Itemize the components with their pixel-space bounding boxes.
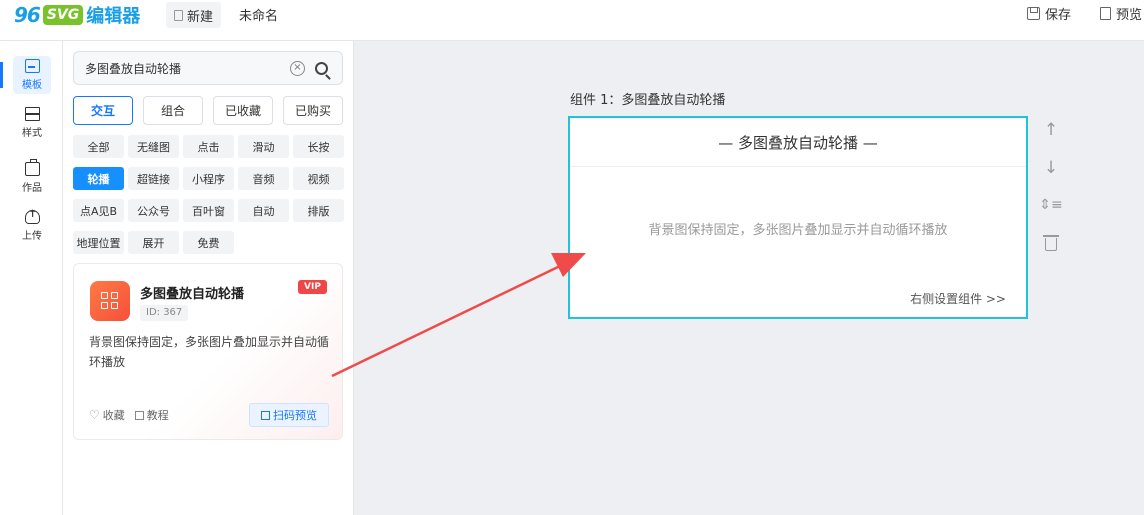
line-spacing-icon: ⇕≡ (1039, 197, 1063, 213)
nav-item-template[interactable]: 模板 (0, 56, 51, 94)
tab-combination[interactable]: 组合 (143, 96, 203, 125)
nav-item-style[interactable]: 样式 (13, 104, 51, 142)
tag-mini-program[interactable]: 小程序 (183, 167, 234, 190)
tag-click-a-see-b[interactable]: 点A见B (73, 199, 124, 222)
style-icon (24, 107, 40, 121)
template-thumbnail-icon (90, 281, 130, 321)
component-title: — 多图叠放自动轮播 — (570, 118, 1026, 167)
tutorial-label: 教程 (146, 409, 169, 422)
heart-icon: ♡ (89, 408, 100, 422)
delete-button[interactable] (1040, 232, 1062, 254)
nav-item-upload[interactable]: 上传 (13, 207, 51, 245)
logo-number: 96 (14, 3, 41, 27)
nav-label: 模板 (22, 80, 42, 91)
trash-icon (1043, 235, 1059, 251)
tag-seamless[interactable]: 无缝图 (128, 135, 179, 158)
tag-auto[interactable]: 自动 (238, 199, 289, 222)
template-icon (24, 59, 40, 73)
logo-text: 编辑器 (86, 6, 141, 27)
filter-tags: 全部 无缝图 点击 滑动 长按 轮播 超链接 小程序 音频 视频 点A见B 公众… (73, 135, 348, 254)
tag-hyperlink[interactable]: 超链接 (128, 167, 179, 190)
preview-label: 预览 (1116, 8, 1143, 23)
card-description: 背景图保持固定，多张图片叠加显示并自动循环播放 (89, 335, 330, 369)
tag-location[interactable]: 地理位置 (73, 231, 124, 254)
search-input[interactable] (74, 52, 290, 84)
tag-video[interactable]: 视频 (293, 167, 344, 190)
save-icon (1027, 7, 1040, 20)
tag-blinds[interactable]: 百叶窗 (183, 199, 234, 222)
component-description: 背景图保持固定，多张图片叠加显示并自动循环播放 (648, 223, 948, 238)
search-icon[interactable] (315, 61, 328, 75)
search-box: × (73, 51, 343, 85)
tag-audio[interactable]: 音频 (238, 167, 289, 190)
qr-preview-label: 扫码预览 (273, 409, 317, 422)
template-card[interactable]: 多图叠放自动轮播 ID: 367 VIP 背景图保持固定，多张图片叠加显示并自动… (73, 263, 343, 440)
tag-all[interactable]: 全部 (73, 135, 124, 158)
component-block[interactable]: — 多图叠放自动轮播 — 背景图保持固定，多张图片叠加显示并自动循环播放 右侧设… (568, 116, 1028, 319)
tag-expand[interactable]: 展开 (128, 231, 179, 254)
new-document-button[interactable]: 新建 (166, 2, 221, 28)
nav-label: 样式 (22, 128, 42, 139)
category-tabs: 交互 组合 已收藏 已购买 (73, 96, 343, 125)
qr-preview-button[interactable]: 扫码预览 (249, 403, 329, 427)
tutorial-link[interactable]: 教程 (134, 407, 169, 423)
tag-official-account[interactable]: 公众号 (128, 199, 179, 222)
arrow-up-icon: ↑ (1043, 120, 1059, 140)
component-label: 组件 1：多图叠放自动轮播 (570, 93, 726, 108)
new-label: 新建 (186, 9, 213, 25)
nav-item-works[interactable]: 作品 (13, 159, 51, 197)
component-settings-link[interactable]: 右侧设置组件 >> (910, 290, 1006, 307)
arrow-down-icon: ↓ (1043, 158, 1059, 178)
tag-free[interactable]: 免费 (183, 231, 234, 254)
document-title[interactable]: 未命名 (239, 5, 278, 24)
new-doc-icon (173, 9, 183, 21)
tag-carousel[interactable]: 轮播 (73, 167, 124, 190)
nav-label: 上传 (22, 231, 42, 242)
works-icon (24, 159, 40, 176)
left-nav: 模板 样式 作品 上传 (0, 41, 63, 515)
card-id: ID: 367 (140, 305, 189, 321)
preview-button[interactable]: 预览 (1100, 4, 1142, 23)
tag-long-press[interactable]: 长按 (293, 135, 344, 158)
favorite-button[interactable]: ♡ 收藏 (89, 407, 125, 423)
card-footer: ♡ 收藏 教程 扫码预览 (89, 403, 329, 427)
tag-swipe[interactable]: 滑动 (238, 135, 289, 158)
tab-favorites[interactable]: 已收藏 (213, 96, 273, 125)
book-icon (134, 410, 144, 420)
template-panel: × 交互 组合 已收藏 已购买 全部 无缝图 点击 滑动 长按 轮播 超链接 小… (63, 41, 354, 515)
editor-canvas: 组件 1：多图叠放自动轮播 — 多图叠放自动轮播 — 背景图保持固定，多张图片叠… (354, 41, 1144, 515)
nav-label: 作品 (22, 183, 42, 194)
clear-icon[interactable]: × (290, 60, 305, 76)
tab-interactive[interactable]: 交互 (73, 96, 133, 125)
save-button[interactable]: 保存 (1027, 4, 1071, 23)
logo-svg-badge: SVG (42, 5, 84, 25)
qr-code-icon (261, 410, 270, 420)
tab-purchased[interactable]: 已购买 (283, 96, 343, 125)
tag-click[interactable]: 点击 (183, 135, 234, 158)
save-label: 保存 (1045, 8, 1072, 23)
spacing-button[interactable]: ⇕≡ (1039, 194, 1063, 216)
move-up-button[interactable]: ↑ (1040, 119, 1062, 141)
move-down-button[interactable]: ↓ (1040, 157, 1062, 179)
tag-layout[interactable]: 排版 (293, 199, 344, 222)
preview-icon (1100, 7, 1111, 20)
top-bar: 96 SVG 编辑器 新建 未命名 保存 预览 (0, 0, 1144, 41)
upload-icon (24, 209, 40, 224)
favorite-label: 收藏 (102, 409, 125, 422)
card-title: 多图叠放自动轮播 (140, 287, 245, 302)
vip-badge: VIP (298, 280, 327, 294)
app-logo[interactable]: 96 SVG 编辑器 (14, 3, 141, 27)
